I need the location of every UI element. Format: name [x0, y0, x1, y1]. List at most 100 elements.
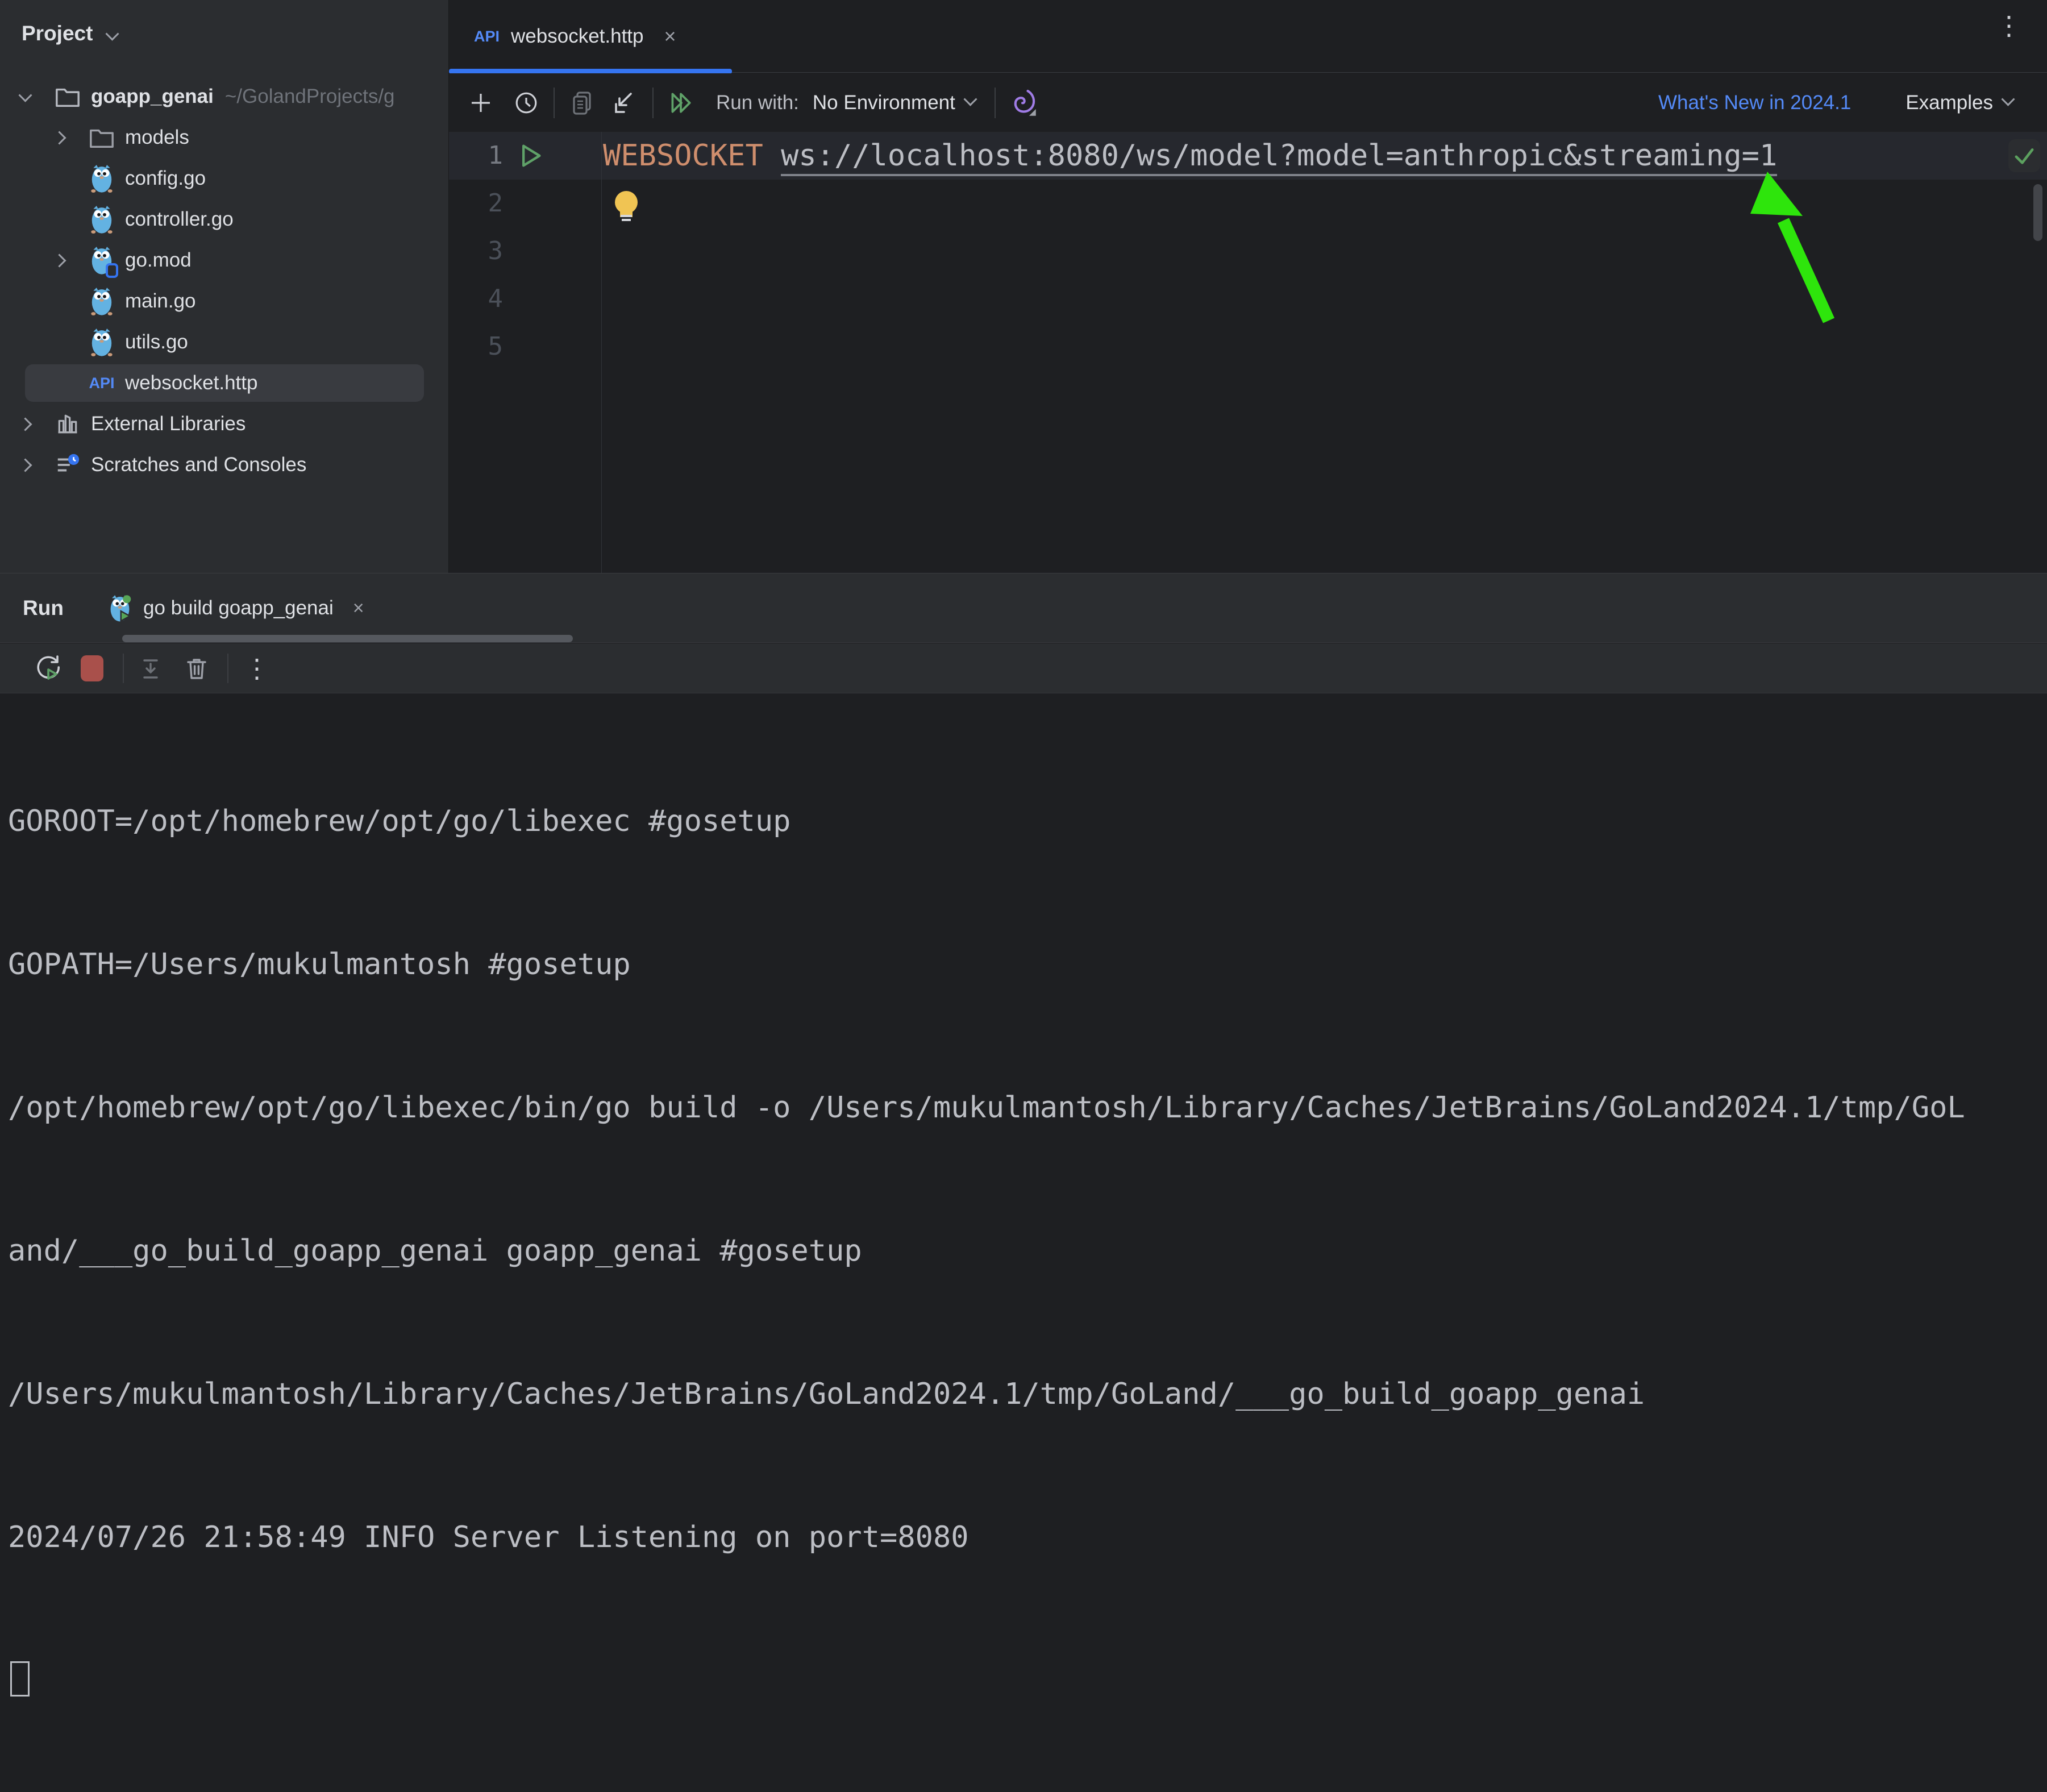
console-line: 2024/07/26 21:58:49 INFO Server Listenin… [8, 1520, 969, 1554]
tree-item-label: utils.go [125, 331, 188, 353]
environment-value: No Environment [812, 91, 955, 114]
run-with-label: Run with: [716, 91, 799, 114]
line-number: 4 [488, 284, 504, 313]
whats-new-link[interactable]: What's New in 2024.1 [1658, 92, 1851, 114]
import-convert-icon[interactable] [609, 87, 641, 119]
project-panel-header[interactable]: Project [0, 0, 448, 67]
scratches-icon [53, 450, 82, 480]
console-line: and/___go_build_goapp_genai goapp_genai … [8, 1234, 862, 1268]
rerun-button[interactable] [32, 652, 64, 684]
websocket-keyword: WEBSOCKET [603, 139, 763, 173]
api-file-icon: API [474, 27, 500, 45]
editor-scrollbar[interactable] [2033, 184, 2042, 241]
chevron-right-icon[interactable] [18, 417, 32, 431]
copy-icon[interactable] [566, 87, 598, 119]
http-client-toolbar: Run with: No Environment What's New in 2… [449, 73, 2047, 132]
chevron-down-icon [105, 27, 119, 41]
run-panel-toolbar: ⋮ [0, 643, 2047, 693]
chevron-right-icon[interactable] [52, 130, 66, 145]
tree-item-external-libraries[interactable]: External Libraries [0, 404, 449, 444]
go-run-configuration-icon [106, 593, 134, 623]
toolbar-separator [994, 87, 996, 118]
tree-item-label: Scratches and Consoles [91, 454, 307, 476]
add-request-button[interactable] [465, 87, 497, 119]
tree-item-go-mod[interactable]: go.mod [0, 240, 449, 281]
project-tree: goapp_genai ~/GolandProjects/g models co… [0, 76, 449, 485]
tree-item-label: goapp_genai [91, 85, 214, 107]
toolbar-separator [652, 87, 654, 118]
kebab-menu-icon[interactable]: ⋮ [1996, 13, 2022, 39]
console-cursor [10, 1661, 30, 1697]
tree-item-controller-go[interactable]: controller.go [0, 199, 449, 240]
go-file-icon [88, 204, 116, 235]
request-url[interactable]: ws://localhost:8080/ws/model?model=anthr… [781, 139, 1778, 176]
chevron-down-icon[interactable] [18, 88, 32, 102]
line-number: 2 [488, 189, 504, 218]
examples-dropdown[interactable]: Examples [1905, 92, 2015, 114]
folder-icon [53, 81, 82, 112]
tree-item-label: websocket.http [125, 372, 258, 394]
project-panel-title: Project [22, 22, 93, 45]
tree-item-label: External Libraries [91, 413, 246, 435]
tree-item-goapp-genai[interactable]: goapp_genai ~/GolandProjects/g [0, 76, 449, 117]
chevron-right-icon[interactable] [18, 458, 32, 472]
go-module-icon [88, 245, 118, 278]
chevron-down-icon [963, 92, 977, 106]
tree-item-path: ~/GolandProjects/g [224, 85, 395, 107]
http-file-api-icon: API [89, 374, 115, 392]
tree-item-scratches-consoles[interactable]: Scratches and Consoles [0, 444, 449, 485]
stop-button[interactable] [76, 652, 108, 684]
tab-strip-scrollbar[interactable] [122, 635, 573, 642]
line-number: 1 [488, 141, 504, 170]
tree-item-utils-go[interactable]: utils.go [0, 322, 449, 363]
scroll-to-end-icon[interactable] [136, 652, 168, 684]
run-tab-go-build[interactable]: go build goapp_genai × [106, 573, 364, 643]
close-icon[interactable]: × [664, 24, 676, 48]
go-file-icon [88, 163, 116, 194]
tree-item-websocket-http[interactable]: API websocket.http [0, 363, 449, 404]
external-libraries-icon [53, 409, 82, 439]
project-tool-window: Project goapp_genai ~/GolandProjects/g m… [0, 0, 449, 573]
go-file-icon [88, 286, 116, 317]
inspections-ok-icon[interactable] [2008, 139, 2040, 172]
tree-item-label: config.go [125, 167, 206, 189]
editor-tab-bar: API websocket.http × [449, 0, 2047, 74]
close-icon[interactable]: × [353, 597, 364, 619]
clear-console-trash-icon[interactable] [181, 652, 213, 684]
tree-item-config-go[interactable]: config.go [0, 158, 449, 199]
run-panel-title: Run [23, 596, 64, 619]
toolbar-separator [123, 653, 124, 683]
tree-item-models[interactable]: models [0, 117, 449, 158]
tab-websocket-http[interactable]: API websocket.http × [449, 0, 732, 74]
editor-pane[interactable]: 1 2 3 4 5 WEBSOCKET ws://localhost:8080/… [449, 132, 2047, 573]
run-all-requests-icon[interactable] [665, 87, 697, 119]
tree-item-label: controller.go [125, 208, 234, 230]
tree-item-label: go.mod [125, 249, 192, 271]
history-icon[interactable] [510, 87, 542, 119]
chevron-right-icon[interactable] [52, 253, 66, 268]
intention-bulb-icon[interactable] [614, 191, 639, 221]
tab-title: websocket.http [511, 25, 644, 47]
toolbar-separator [554, 87, 555, 118]
console-line: /Users/mukulmantosh/Library/Caches/JetBr… [8, 1377, 1645, 1411]
console-line: /opt/homebrew/opt/go/libexec/bin/go buil… [8, 1091, 1965, 1125]
gutter-separator [601, 132, 602, 573]
toolbar-separator [227, 653, 228, 683]
run-request-gutter-icon[interactable] [515, 141, 544, 173]
code-line[interactable]: WEBSOCKET ws://localhost:8080/ws/model?m… [603, 132, 1778, 180]
tree-item-label: models [125, 126, 189, 148]
module-badge [106, 263, 118, 278]
more-options-kebab-icon[interactable]: ⋮ [241, 652, 273, 684]
tree-item-label: main.go [125, 290, 196, 312]
tree-item-main-go[interactable]: main.go [0, 281, 449, 322]
chevron-down-icon [2001, 92, 2015, 106]
run-tool-window: Run go build goapp_genai × ⋮ GOROOT=/opt… [0, 573, 2047, 1697]
run-tab-label: go build goapp_genai [143, 597, 334, 619]
environment-select[interactable]: No Environment [812, 91, 977, 114]
run-console-output[interactable]: GOROOT=/opt/homebrew/opt/go/libexec #gos… [8, 702, 1965, 1792]
line-number: 5 [488, 332, 504, 361]
console-line: GOPATH=/Users/mukulmantosh #gosetup [8, 947, 631, 982]
console-line: GOROOT=/opt/homebrew/opt/go/libexec #gos… [8, 804, 791, 838]
run-panel-header: Run go build goapp_genai × [0, 573, 2047, 643]
http-client-swirl-icon[interactable] [1007, 87, 1039, 119]
